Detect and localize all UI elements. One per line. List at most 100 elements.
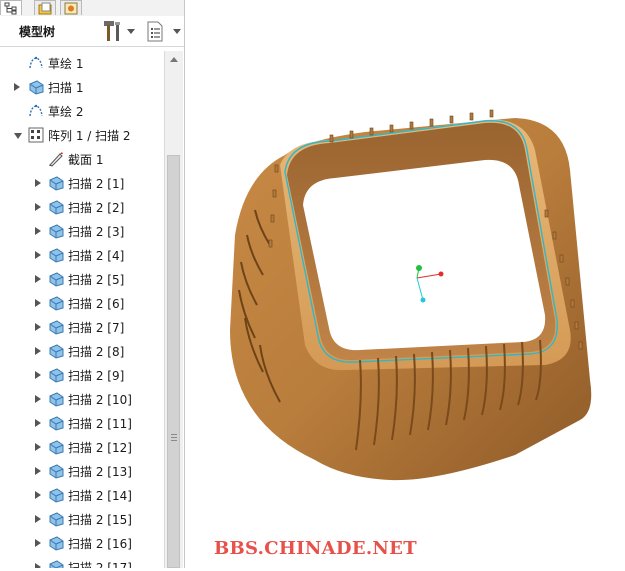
tree-expand-icon[interactable] — [35, 227, 41, 235]
model-tooth — [268, 239, 273, 248]
tree-expand-icon[interactable] — [35, 515, 41, 523]
tree-expand-icon[interactable] — [35, 563, 41, 568]
tree-item[interactable]: 扫描 2 [8] — [0, 339, 164, 363]
tree-item-label: 扫描 2 [16] — [68, 537, 132, 551]
sweep-icon — [48, 439, 64, 455]
tree-item[interactable]: 扫描 2 [12] — [0, 435, 164, 459]
tree-show-button[interactable] — [146, 19, 182, 43]
model-tree: 草绘 1 扫描 1 草绘 2 阵列 1 / 扫描 2 截面 1 扫描 2 [1] 扫描 2 … — [0, 51, 164, 568]
tree-item[interactable]: 扫描 1 — [0, 75, 164, 99]
sweep-icon — [48, 559, 64, 568]
model-tooth — [329, 134, 334, 143]
scroll-thumb[interactable] — [167, 155, 180, 568]
sweep-icon — [48, 511, 64, 527]
watermark: BBS.CHINADE.NET — [214, 538, 417, 559]
tree-item[interactable]: 扫描 2 [5] — [0, 267, 164, 291]
tree-item-label: 扫描 2 [2] — [68, 201, 125, 215]
tree-item[interactable]: 扫描 2 [6] — [0, 291, 164, 315]
tree-item[interactable]: 阵列 1 / 扫描 2 — [0, 123, 164, 147]
model-tooth — [574, 321, 579, 330]
sweep-icon — [48, 391, 64, 407]
tab-favorites[interactable] — [60, 0, 82, 15]
model-opening — [303, 159, 546, 351]
model-tooth — [369, 127, 374, 136]
tree-item[interactable]: 草绘 2 — [0, 99, 164, 123]
tree-item[interactable]: 扫描 2 [2] — [0, 195, 164, 219]
sweep-icon — [48, 247, 64, 263]
tree-scrollbar[interactable] — [164, 51, 183, 568]
grip-line — [171, 437, 177, 438]
model-tooth — [559, 254, 564, 263]
chevron-down-icon — [173, 29, 181, 34]
model-tooth — [409, 121, 414, 130]
tree-item[interactable]: 扫描 2 [17] — [0, 555, 164, 568]
tree-item[interactable]: 扫描 2 [3] — [0, 219, 164, 243]
tree-item-label: 扫描 1 — [48, 81, 84, 95]
model-tooth — [469, 112, 474, 121]
model-tooth — [429, 118, 434, 127]
tree-expand-icon[interactable] — [35, 443, 41, 451]
tree-expand-icon[interactable] — [14, 83, 20, 91]
tab-model-tree[interactable] — [0, 0, 22, 15]
navigator-tab-bar — [0, 0, 184, 17]
tree-expand-icon[interactable] — [35, 179, 41, 187]
tree-expand-icon[interactable] — [35, 323, 41, 331]
tree-expand-icon[interactable] — [35, 467, 41, 475]
tree-expand-icon[interactable] — [35, 419, 41, 427]
model-tooth — [489, 109, 494, 118]
tree-item[interactable]: 扫描 2 [4] — [0, 243, 164, 267]
grip-line — [171, 440, 177, 441]
tree-item[interactable]: 扫描 2 [16] — [0, 531, 164, 555]
tree-expand-icon[interactable] — [35, 203, 41, 211]
tools-settings-icon — [104, 21, 120, 41]
sweep-icon — [48, 343, 64, 359]
tree-item[interactable]: 扫描 2 [11] — [0, 411, 164, 435]
tree-item-label: 扫描 2 [12] — [68, 441, 132, 455]
tree-item-label: 扫描 2 [17] — [68, 561, 132, 568]
tree-item-label: 草绘 1 — [48, 57, 84, 71]
graphics-viewport[interactable]: BBS.CHINADE.NET — [185, 0, 625, 568]
sweep-icon — [48, 223, 64, 239]
tree-expand-icon[interactable] — [35, 347, 41, 355]
tree-item-label: 截面 1 — [68, 153, 104, 167]
tree-expand-icon[interactable] — [35, 371, 41, 379]
tree-item[interactable]: 扫描 2 [15] — [0, 507, 164, 531]
tree-item[interactable]: 扫描 2 [7] — [0, 315, 164, 339]
model-tooth — [565, 277, 570, 286]
tree-settings-button[interactable] — [102, 19, 136, 43]
sketch-icon — [28, 103, 44, 119]
show-list-icon — [147, 21, 163, 42]
tree-item[interactable]: 草绘 1 — [0, 51, 164, 75]
tree-item[interactable]: 扫描 2 [13] — [0, 459, 164, 483]
model-tree-title: 模型树 — [19, 25, 56, 39]
sweep-icon — [48, 199, 64, 215]
3d-model-view[interactable] — [185, 0, 625, 568]
tree-item[interactable]: 扫描 2 [10] — [0, 387, 164, 411]
tree-collapse-icon[interactable] — [14, 133, 22, 139]
tree-expand-icon[interactable] — [35, 539, 41, 547]
model-tooth — [449, 115, 454, 124]
tab-folder-browser[interactable] — [34, 0, 56, 15]
tree-item-label: 扫描 2 [6] — [68, 297, 125, 311]
tree-item-label: 扫描 2 [5] — [68, 273, 125, 287]
tree-item-label: 扫描 2 [10] — [68, 393, 132, 407]
tree-expand-icon[interactable] — [35, 491, 41, 499]
sweep-icon — [48, 463, 64, 479]
tree-item[interactable]: 扫描 2 [1] — [0, 171, 164, 195]
sweep-icon — [48, 175, 64, 191]
model-tree-panel: 模型树 草绘 1 扫描 1 草绘 2 阵列 1 / 扫描 2 截面 1 扫描 2 [1] 扫… — [0, 0, 185, 568]
tree-expand-icon[interactable] — [35, 395, 41, 403]
sweep-icon — [48, 271, 64, 287]
tree-item-label: 扫描 2 [1] — [68, 177, 125, 191]
tree-item[interactable]: 扫描 2 [9] — [0, 363, 164, 387]
tree-expand-icon[interactable] — [35, 251, 41, 259]
tree-item[interactable]: 扫描 2 [14] — [0, 483, 164, 507]
tree-item-label: 扫描 2 [3] — [68, 225, 125, 239]
tree-expand-icon[interactable] — [35, 299, 41, 307]
model-tooth — [389, 124, 394, 133]
tree-expand-icon[interactable] — [35, 275, 41, 283]
model-tree-header: 模型树 — [0, 16, 184, 47]
scroll-up-icon[interactable] — [170, 57, 178, 62]
tree-item[interactable]: 截面 1 — [0, 147, 164, 171]
favorites-icon — [64, 2, 78, 15]
